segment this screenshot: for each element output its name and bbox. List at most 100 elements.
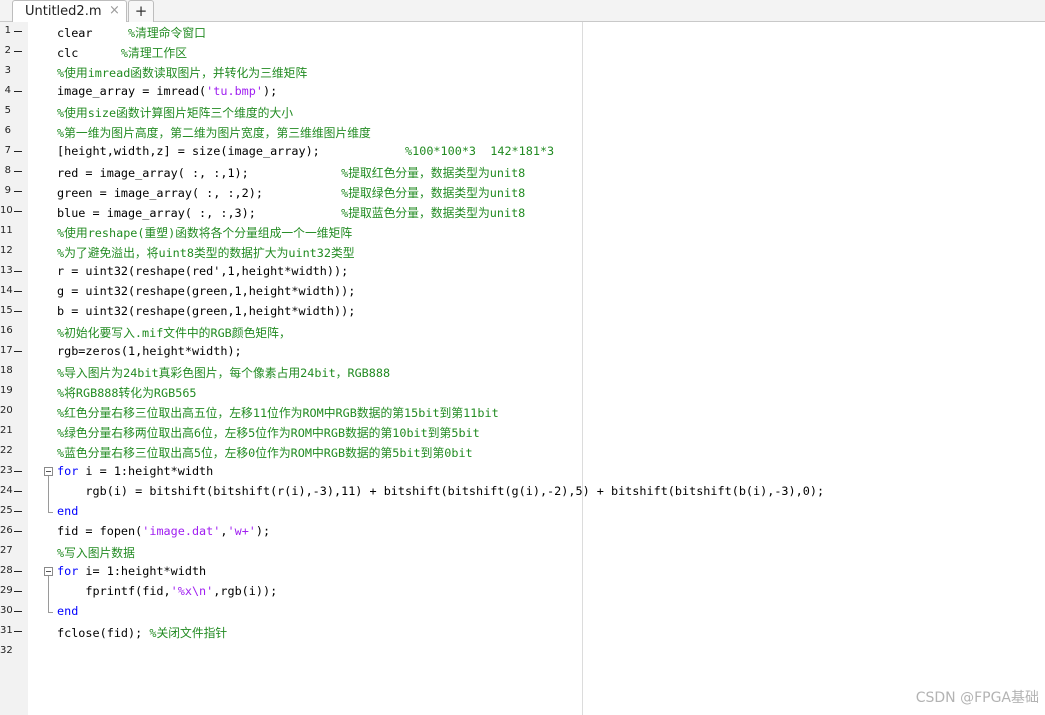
code-text: %使用reshape(重塑)函数将各个分量组成一个一维矩阵 xyxy=(57,224,352,241)
code-fold-toggle-icon[interactable] xyxy=(44,467,53,476)
fold-end-marker xyxy=(48,512,53,513)
code-line[interactable]: 4 image_array = imread('tu.bmp'); xyxy=(0,82,1045,102)
line-number: 20 xyxy=(0,405,13,416)
breakpoint-marker[interactable] xyxy=(14,351,22,352)
breakpoint-marker[interactable] xyxy=(14,491,22,492)
code-line[interactable]: 26 fid = fopen('image.dat','w+'); xyxy=(0,522,1045,542)
line-number: 5 xyxy=(4,105,11,116)
code-token: green = image_array( :, :,2); xyxy=(57,186,342,200)
code-line[interactable]: 2 clc %清理工作区 xyxy=(0,42,1045,62)
line-number: 21 xyxy=(0,425,13,436)
line-number: 4 xyxy=(4,85,11,96)
code-line[interactable]: 21 %绿色分量右移两位取出高6位，左移5位作为ROM中RGB数据的第10bit到… xyxy=(0,422,1045,442)
code-line[interactable]: 31 fclose(fid); %关闭文件指针 xyxy=(0,622,1045,642)
code-line[interactable]: 25 end xyxy=(0,502,1045,522)
breakpoint-marker[interactable] xyxy=(14,511,22,512)
code-text: %绿色分量右移两位取出高6位，左移5位作为ROM中RGB数据的第10bit到第5… xyxy=(57,424,480,441)
code-line[interactable]: 6 %第一维为图片高度，第二维为图片宽度，第三维维图片维度 xyxy=(0,122,1045,142)
code-token: rgb=zeros(1,height*width); xyxy=(57,344,242,358)
code-line[interactable]: 22 %蓝色分量右移三位取出高5位，左移0位作为ROM中RGB数据的第5bit到第… xyxy=(0,442,1045,462)
code-line[interactable]: 5 %使用size函数计算图片矩阵三个维度的大小 xyxy=(0,102,1045,122)
code-line[interactable]: 12 %为了避免溢出，将uint8类型的数据扩大为uint32类型 xyxy=(0,242,1045,262)
code-line[interactable]: 27 %写入图片数据 xyxy=(0,542,1045,562)
line-number: 24 xyxy=(0,485,13,496)
code-line[interactable]: 16 %初始化要写入.mif文件中的RGB颜色矩阵， xyxy=(0,322,1045,342)
line-number: 8 xyxy=(4,165,11,176)
code-line[interactable]: 17 rgb=zeros(1,height*width); xyxy=(0,342,1045,362)
code-text: green = image_array( :, :,2); %提取绿色分量，数据… xyxy=(57,184,525,201)
code-line[interactable]: 18 %导入图片为24bit真彩色图片，每个像素占用24bit，RGB888 xyxy=(0,362,1045,382)
code-text: image_array = imread('tu.bmp'); xyxy=(57,84,277,98)
code-line[interactable]: 32 xyxy=(0,642,1045,662)
code-line[interactable]: 19 %将RGB888转化为RGB565 xyxy=(0,382,1045,402)
line-number: 31 xyxy=(0,625,13,636)
breakpoint-marker[interactable] xyxy=(14,611,22,612)
line-number: 16 xyxy=(0,325,13,336)
string-token: 'w+' xyxy=(227,524,256,538)
comment-token: %将RGB888转化为RGB565 xyxy=(57,386,197,400)
breakpoint-marker[interactable] xyxy=(14,571,22,572)
comment-token: %绿色分量右移两位取出高6位，左移5位作为ROM中RGB数据的第10bit到第5… xyxy=(57,426,480,440)
breakpoint-marker[interactable] xyxy=(14,151,22,152)
code-token: blue = image_array( :, :,3); xyxy=(57,206,342,220)
breakpoint-marker[interactable] xyxy=(14,171,22,172)
code-line[interactable]: 29 fprintf(fid,'%x\n',rgb(i)); xyxy=(0,582,1045,602)
line-number: 22 xyxy=(0,445,13,456)
breakpoint-marker[interactable] xyxy=(14,211,22,212)
breakpoint-marker[interactable] xyxy=(14,591,22,592)
code-line[interactable]: 8 red = image_array( :, :,1); %提取红色分量，数据类… xyxy=(0,162,1045,182)
keyword-token: end xyxy=(57,604,79,618)
breakpoint-marker[interactable] xyxy=(14,291,22,292)
comment-token: %使用imread函数读取图片，并转化为三维矩阵 xyxy=(57,66,308,80)
breakpoint-marker[interactable] xyxy=(14,91,22,92)
code-text: rgb(i) = bitshift(bitshift(r(i),-3),11) … xyxy=(57,484,824,498)
code-line[interactable]: 7 [height,width,z] = size(image_array); %… xyxy=(0,142,1045,162)
comment-token: %使用size函数计算图片矩阵三个维度的大小 xyxy=(57,106,294,120)
code-text: blue = image_array( :, :,3); %提取蓝色分量，数据类… xyxy=(57,204,525,221)
code-line[interactable]: 11 %使用reshape(重塑)函数将各个分量组成一个一维矩阵 xyxy=(0,222,1045,242)
code-text: fid = fopen('image.dat','w+'); xyxy=(57,524,270,538)
code-line[interactable]: 3 %使用imread函数读取图片，并转化为三维矩阵 xyxy=(0,62,1045,82)
code-line[interactable]: 20 %红色分量右移三位取出高五位，左移11位作为ROM中RGB数据的第15bit… xyxy=(0,402,1045,422)
code-text: %蓝色分量右移三位取出高5位，左移0位作为ROM中RGB数据的第5bit到第0b… xyxy=(57,444,473,461)
close-icon[interactable]: × xyxy=(109,3,120,18)
tab-untitled2[interactable]: Untitled2.m × xyxy=(12,0,127,22)
line-number: 11 xyxy=(0,225,13,236)
code-line[interactable]: 1 clear %清理命令窗口 xyxy=(0,22,1045,42)
comment-token: %清理命令窗口 xyxy=(128,26,206,40)
code-line[interactable]: 13 r = uint32(reshape(red',1,height*width… xyxy=(0,262,1045,282)
breakpoint-marker[interactable] xyxy=(14,471,22,472)
breakpoint-marker[interactable] xyxy=(14,191,22,192)
code-line[interactable]: 30 end xyxy=(0,602,1045,622)
fold-line xyxy=(48,582,49,602)
breakpoint-marker[interactable] xyxy=(14,31,22,32)
breakpoint-marker[interactable] xyxy=(14,311,22,312)
code-line[interactable]: 23 for i = 1:height*width xyxy=(0,462,1045,482)
breakpoint-marker[interactable] xyxy=(14,51,22,52)
breakpoint-marker[interactable] xyxy=(14,531,22,532)
code-text: for i = 1:height*width xyxy=(57,464,213,478)
code-line[interactable]: 10 blue = image_array( :, :,3); %提取蓝色分量，数… xyxy=(0,202,1045,222)
line-number: 29 xyxy=(0,585,13,596)
line-number: 13 xyxy=(0,265,13,276)
breakpoint-marker[interactable] xyxy=(14,271,22,272)
comment-token: %使用reshape(重塑)函数将各个分量组成一个一维矩阵 xyxy=(57,226,353,240)
code-line[interactable]: 28 for i= 1:height*width xyxy=(0,562,1045,582)
keyword-token: end xyxy=(57,504,79,518)
new-tab-button[interactable]: + xyxy=(128,0,154,22)
breakpoint-marker[interactable] xyxy=(14,631,22,632)
code-token: fclose(fid); xyxy=(57,626,150,640)
code-text: %第一维为图片高度，第二维为图片宽度，第三维维图片维度 xyxy=(57,124,371,141)
line-number: 7 xyxy=(4,145,11,156)
code-line[interactable]: 9 green = image_array( :, :,2); %提取绿色分量，数… xyxy=(0,182,1045,202)
code-fold-toggle-icon[interactable] xyxy=(44,567,53,576)
code-line[interactable]: 15 b = uint32(reshape(green,1,height*widt… xyxy=(0,302,1045,322)
code-line[interactable]: 24 rgb(i) = bitshift(bitshift(r(i),-3),1… xyxy=(0,482,1045,502)
code-token: fprintf(fid, xyxy=(57,584,171,598)
line-number: 30 xyxy=(0,605,13,616)
code-text: fprintf(fid,'%x\n',rgb(i)); xyxy=(57,584,277,598)
code-token: clc xyxy=(57,46,121,60)
code-line[interactable]: 14 g = uint32(reshape(green,1,height*widt… xyxy=(0,282,1045,302)
code-editor[interactable]: 1 clear %清理命令窗口 2 clc %清理工作区 3 %使用imread函数读取图… xyxy=(0,22,1045,702)
code-text: b = uint32(reshape(green,1,height*width)… xyxy=(57,304,355,318)
